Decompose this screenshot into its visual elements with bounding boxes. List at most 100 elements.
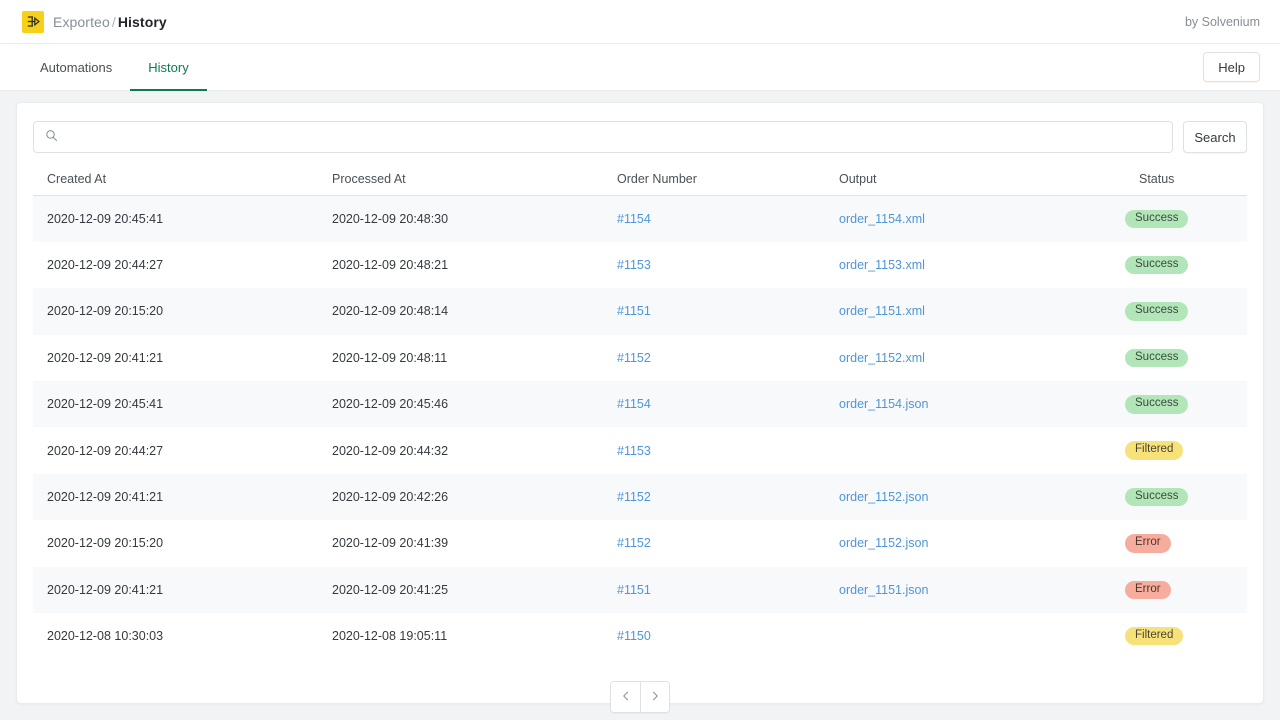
table-row[interactable]: 2020-12-09 20:44:27 2020-12-09 20:48:21 #1… bbox=[33, 242, 1247, 288]
table-row[interactable]: 2020-12-08 10:30:03 2020-12-08 19:05:11 #1… bbox=[33, 613, 1247, 659]
processed-at-value: 2020-12-09 20:48:21 bbox=[332, 258, 448, 272]
status-badge: Success bbox=[1125, 210, 1188, 229]
order-number-link[interactable]: #1152 bbox=[617, 490, 651, 504]
status-badge: Success bbox=[1125, 488, 1188, 507]
order-number-link[interactable]: #1153 bbox=[617, 444, 651, 458]
order-number-link[interactable]: #1153 bbox=[617, 258, 651, 272]
processed-at-value: 2020-12-09 20:48:11 bbox=[332, 351, 447, 365]
table-row[interactable]: 2020-12-09 20:44:272020-12-09 20:44:32#1… bbox=[33, 427, 1247, 473]
cell-status: Success bbox=[1125, 335, 1247, 381]
cell-created-at: 2020-12-08 10:30:03 bbox=[33, 613, 318, 659]
order-number-link[interactable]: #1152 bbox=[617, 536, 651, 550]
status-badge: Error bbox=[1125, 534, 1171, 553]
cell-status: Filtered bbox=[1125, 427, 1247, 473]
cell-created-at: 2020-12-09 20:45:41 bbox=[33, 381, 318, 427]
cell-processed-at: 2020-12-09 20:48:30 bbox=[318, 196, 603, 242]
pagination-next-button[interactable] bbox=[640, 682, 669, 712]
cell-created-at: 2020-12-09 20:41:21 bbox=[33, 474, 318, 520]
cell-processed-at: 2020-12-09 20:44:32 bbox=[318, 427, 603, 473]
order-number-link[interactable]: #1151 bbox=[617, 304, 651, 318]
help-button-wrap: Help bbox=[1203, 44, 1260, 90]
breadcrumb: Exporteo/History bbox=[22, 11, 167, 33]
brand-app-name[interactable]: Exporteo bbox=[53, 14, 110, 30]
created-at-value: 2020-12-09 20:44:27 bbox=[47, 258, 163, 272]
status-badge-wrap: Error bbox=[1125, 581, 1247, 600]
status-badge: Success bbox=[1125, 349, 1188, 368]
cell-processed-at: 2020-12-09 20:48:11 bbox=[318, 335, 603, 381]
cell-created-at: 2020-12-09 20:41:21 bbox=[33, 335, 318, 381]
cell-status: Success bbox=[1125, 242, 1247, 288]
cell-status: Success bbox=[1125, 381, 1247, 427]
output-file-link[interactable]: order_1152.xml bbox=[839, 351, 925, 365]
table-row[interactable]: 2020-12-09 20:15:202020-12-09 20:48:14 #1… bbox=[33, 288, 1247, 334]
order-number-link[interactable]: #1154 bbox=[617, 397, 651, 411]
order-number-link[interactable]: #1152 bbox=[617, 351, 651, 365]
created-at-value: 2020-12-09 20:45:41 bbox=[47, 397, 163, 411]
cell-created-at: 2020-12-09 20:15:20 bbox=[33, 288, 318, 334]
tab-automations-label: Automations bbox=[40, 60, 112, 75]
table-header-row: Created At Processed At Order Number Out… bbox=[33, 165, 1247, 196]
processed-at-value: 2020-12-09 20:48:30 bbox=[332, 212, 448, 226]
output-file-link[interactable]: order_1154.xml bbox=[839, 212, 925, 226]
table-row[interactable]: 2020-12-09 20:45:41 2020-12-09 20:45:46 #1… bbox=[33, 381, 1247, 427]
column-header-status[interactable]: Status bbox=[1125, 165, 1247, 196]
processed-at-value: 2020-12-09 20:44:32 bbox=[332, 444, 448, 458]
search-icon bbox=[45, 129, 58, 145]
tab-automations[interactable]: Automations bbox=[22, 45, 130, 91]
status-badge: Error bbox=[1125, 581, 1171, 600]
status-badge-wrap: Success bbox=[1125, 210, 1247, 229]
cell-order-number: #1152 bbox=[603, 335, 825, 381]
status-badge: Success bbox=[1125, 395, 1188, 414]
chevron-left-icon bbox=[620, 690, 632, 705]
tab-history-label: History bbox=[148, 60, 188, 75]
search-button[interactable]: Search bbox=[1183, 121, 1247, 153]
table-row[interactable]: 2020-12-09 20:41:21 2020-12-09 20:48:11 #1… bbox=[33, 335, 1247, 381]
cell-created-at: 2020-12-09 20:15:20 bbox=[33, 520, 318, 566]
cell-processed-at: 2020-12-09 20:41:25 bbox=[318, 567, 603, 613]
search-field[interactable] bbox=[33, 121, 1173, 153]
breadcrumb-separator: / bbox=[110, 14, 118, 30]
order-number-link[interactable]: #1154 bbox=[617, 212, 651, 226]
cell-order-number: #1154 bbox=[603, 196, 825, 242]
created-at-value: 2020-12-08 10:30:03 bbox=[47, 629, 163, 643]
status-badge-wrap: Success bbox=[1125, 302, 1247, 321]
processed-at-value: 2020-12-09 20:41:25 bbox=[332, 583, 448, 597]
cell-order-number: #1152 bbox=[603, 520, 825, 566]
created-at-value: 2020-12-09 20:15:20 bbox=[47, 536, 163, 550]
output-file-link[interactable]: order_1153.xml bbox=[839, 258, 925, 272]
table-header: Created At Processed At Order Number Out… bbox=[33, 165, 1247, 196]
pagination-prev-button[interactable] bbox=[611, 682, 640, 712]
order-number-link[interactable]: #1151 bbox=[617, 583, 651, 597]
column-header-created-at[interactable]: Created At bbox=[33, 165, 318, 196]
output-file-link[interactable]: order_1152.json bbox=[839, 536, 928, 550]
column-header-processed-at[interactable]: Processed At bbox=[318, 165, 603, 196]
output-file-link[interactable]: order_1154.json bbox=[839, 397, 928, 411]
status-badge-wrap: Filtered bbox=[1125, 441, 1247, 460]
output-file-link[interactable]: order_1151.json bbox=[839, 583, 928, 597]
table-row[interactable]: 2020-12-09 20:41:212020-12-09 20:41:25#1… bbox=[33, 567, 1247, 613]
processed-at-value: 2020-12-09 20:41:39 bbox=[332, 536, 448, 550]
created-at-value: 2020-12-09 20:45:41 bbox=[47, 212, 163, 226]
cell-processed-at: 2020-12-09 20:48:14 bbox=[318, 288, 603, 334]
order-number-link[interactable]: #1150 bbox=[617, 629, 651, 643]
column-header-output[interactable]: Output bbox=[825, 165, 1125, 196]
processed-at-value: 2020-12-08 19:05:11 bbox=[332, 629, 447, 643]
export-flow-icon bbox=[22, 11, 44, 33]
column-header-order-number[interactable]: Order Number bbox=[603, 165, 825, 196]
table-row[interactable]: 2020-12-09 20:45:41 2020-12-09 20:48:30 #1… bbox=[33, 196, 1247, 242]
help-button[interactable]: Help bbox=[1203, 52, 1260, 82]
table-row[interactable]: 2020-12-09 20:15:20 2020-12-09 20:41:39 #1… bbox=[33, 520, 1247, 566]
output-file-link[interactable]: order_1152.json bbox=[839, 490, 928, 504]
status-badge-wrap: Success bbox=[1125, 395, 1247, 414]
search-input[interactable] bbox=[66, 122, 1161, 152]
pager-group bbox=[610, 681, 670, 713]
status-badge-wrap: Error bbox=[1125, 534, 1247, 553]
table-row[interactable]: 2020-12-09 20:41:212020-12-09 20:42:26#1… bbox=[33, 474, 1247, 520]
cell-order-number: #1151 bbox=[603, 288, 825, 334]
cell-output bbox=[825, 427, 1125, 473]
tab-history[interactable]: History bbox=[130, 45, 206, 91]
output-file-link[interactable]: order_1151.xml bbox=[839, 304, 925, 318]
status-badge-wrap: Filtered bbox=[1125, 627, 1247, 646]
cell-processed-at: 2020-12-09 20:45:46 bbox=[318, 381, 603, 427]
cell-output: order_1152.xml bbox=[825, 335, 1125, 381]
